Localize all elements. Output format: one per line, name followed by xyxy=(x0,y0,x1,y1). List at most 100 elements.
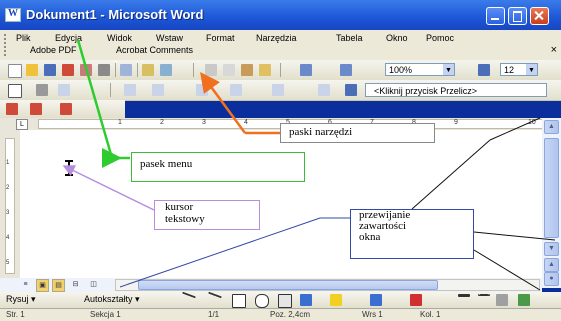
menu-acrobat-comments[interactable]: Acrobat Comments xyxy=(116,45,193,55)
distribute-rows-icon[interactable] xyxy=(272,84,284,96)
standard-toolbar: 100% ▼ 12 ▼ xyxy=(0,60,561,81)
border-color-icon[interactable] xyxy=(58,84,70,96)
reading-layout-icon[interactable]: ◫ xyxy=(88,279,99,290)
dash-style-icon[interactable] xyxy=(478,294,490,296)
email-icon[interactable] xyxy=(80,64,92,76)
print-icon[interactable] xyxy=(98,64,110,76)
vruler-number: 2 xyxy=(6,185,10,191)
menu-widok[interactable]: Widok xyxy=(107,33,132,43)
chevron-down-icon[interactable]: ▼ xyxy=(443,64,454,75)
toolbar-separator xyxy=(280,63,281,77)
autoshapes-menu-button[interactable]: Autokształty ▾ xyxy=(84,294,140,305)
menu-tabela[interactable]: Tabela xyxy=(336,33,363,43)
open-icon[interactable] xyxy=(26,64,38,76)
read-mode-icon[interactable] xyxy=(478,64,490,76)
textbox-tool-icon[interactable] xyxy=(278,294,292,308)
scroll-up-icon[interactable]: ▲ xyxy=(544,120,559,134)
window-title: Dokument1 - Microsoft Word xyxy=(26,7,204,22)
normal-view-icon[interactable]: ≡ xyxy=(20,279,31,290)
outline-view-icon[interactable]: ⊟ xyxy=(70,279,81,290)
maximize-button[interactable] xyxy=(508,7,527,25)
line-tool-icon[interactable] xyxy=(182,291,196,299)
toolbar-separator xyxy=(137,63,138,77)
callout-menu-text: pasek menu xyxy=(140,158,193,170)
ruler-number: 2 xyxy=(160,119,164,126)
arrow-tool-icon[interactable] xyxy=(208,291,222,299)
ruler-number: 1 xyxy=(118,119,122,126)
permission-icon[interactable] xyxy=(62,64,74,76)
copy-icon[interactable] xyxy=(223,64,235,76)
shadow-style-icon[interactable] xyxy=(518,294,530,306)
print-layout-icon[interactable]: ▤ xyxy=(52,279,65,292)
status-position: Poz. 2,4cm xyxy=(270,310,311,319)
split-cells-icon[interactable] xyxy=(196,84,208,96)
paste-icon[interactable] xyxy=(241,64,253,76)
toolbar-separator xyxy=(115,63,116,77)
browse-object-icon[interactable]: ● xyxy=(544,272,559,286)
font-color-icon[interactable] xyxy=(410,294,422,306)
redo-icon[interactable] xyxy=(340,64,352,76)
oval-tool-icon[interactable] xyxy=(255,294,269,308)
formula-help-field[interactable]: <Kliknij przycisk Przelicz> xyxy=(365,83,547,97)
table-icon[interactable] xyxy=(8,84,22,98)
scroll-down-icon[interactable]: ▼ xyxy=(544,242,559,256)
callout-toolbars-text: paski narzędzi xyxy=(289,126,353,138)
close-document-icon[interactable]: × xyxy=(551,44,557,56)
menu-adobe-pdf[interactable]: Adobe PDF xyxy=(30,45,77,55)
chevron-down-icon[interactable]: ▼ xyxy=(526,64,537,75)
callout-toolbars: paski narzędzi xyxy=(280,123,435,143)
menu-edycja[interactable]: Edycja xyxy=(55,33,82,43)
menu-grip-handle[interactable] xyxy=(4,34,9,56)
horizontal-scroll-thumb[interactable] xyxy=(138,280,438,290)
status-line: Wrs 1 xyxy=(362,310,383,319)
vruler-number: 4 xyxy=(6,235,10,241)
callout-cursor-line1: kursor xyxy=(165,201,194,213)
menu-format[interactable]: Format xyxy=(206,33,235,43)
pdf-convert-icon[interactable] xyxy=(6,103,18,115)
previous-page-icon[interactable]: ▲ xyxy=(544,258,559,272)
new-document-icon[interactable] xyxy=(8,64,22,78)
fill-color-icon[interactable] xyxy=(330,294,342,306)
save-icon[interactable] xyxy=(44,64,56,76)
word-app-icon[interactable] xyxy=(5,8,21,22)
arrow-style-icon[interactable] xyxy=(496,294,508,306)
format-painter-icon[interactable] xyxy=(259,64,271,76)
callout-scrolling: przewijanie zawartości okna xyxy=(350,209,474,259)
cut-icon[interactable] xyxy=(205,64,217,76)
toolbar-separator xyxy=(193,63,194,77)
vertical-ruler[interactable]: 1 2 3 4 5 xyxy=(0,130,20,278)
menu-pomoc[interactable]: Pomoc xyxy=(426,33,454,43)
font-size-select[interactable]: 12 ▼ xyxy=(500,63,538,76)
web-layout-icon[interactable]: ▣ xyxy=(36,279,49,292)
undo-icon[interactable] xyxy=(300,64,312,76)
vertical-scrollbar[interactable]: ▲ ▼ ▲ ● xyxy=(542,118,561,288)
vertical-scroll-thumb[interactable] xyxy=(544,138,559,238)
line-style-icon[interactable] xyxy=(458,294,470,297)
pdf-email-icon[interactable] xyxy=(30,103,42,115)
callout-cursor-line2: tekstowy xyxy=(165,213,205,225)
autosum-icon[interactable] xyxy=(345,84,357,96)
merge-cells-icon[interactable] xyxy=(152,84,164,96)
menu-wstaw[interactable]: Wstaw xyxy=(156,33,183,43)
line-color-icon[interactable] xyxy=(370,294,382,306)
line-style-icon[interactable] xyxy=(36,84,48,96)
menu-plik[interactable]: Plik xyxy=(16,33,31,43)
spelling-icon[interactable] xyxy=(142,64,154,76)
close-button[interactable] xyxy=(530,7,549,25)
menu-narzedzia[interactable]: Narzędzia xyxy=(256,33,297,43)
font-size-value: 12 xyxy=(504,65,515,75)
insert-picture-icon[interactable] xyxy=(300,294,312,306)
minimize-button[interactable] xyxy=(486,7,505,25)
zoom-select[interactable]: 100% ▼ xyxy=(385,63,455,76)
horizontal-scrollbar[interactable] xyxy=(115,279,540,291)
insert-table-icon[interactable] xyxy=(124,84,136,96)
pdf-review-icon[interactable] xyxy=(60,103,72,115)
menu-okno[interactable]: Okno xyxy=(386,33,408,43)
autoformat-icon[interactable] xyxy=(318,84,330,96)
align-icon[interactable] xyxy=(230,84,242,96)
rectangle-tool-icon[interactable] xyxy=(232,294,246,308)
research-icon[interactable] xyxy=(160,64,172,76)
print-preview-icon[interactable] xyxy=(120,64,132,76)
draw-menu-button[interactable]: Rysuj ▾ xyxy=(6,294,36,305)
tab-selector[interactable]: L xyxy=(16,119,28,130)
